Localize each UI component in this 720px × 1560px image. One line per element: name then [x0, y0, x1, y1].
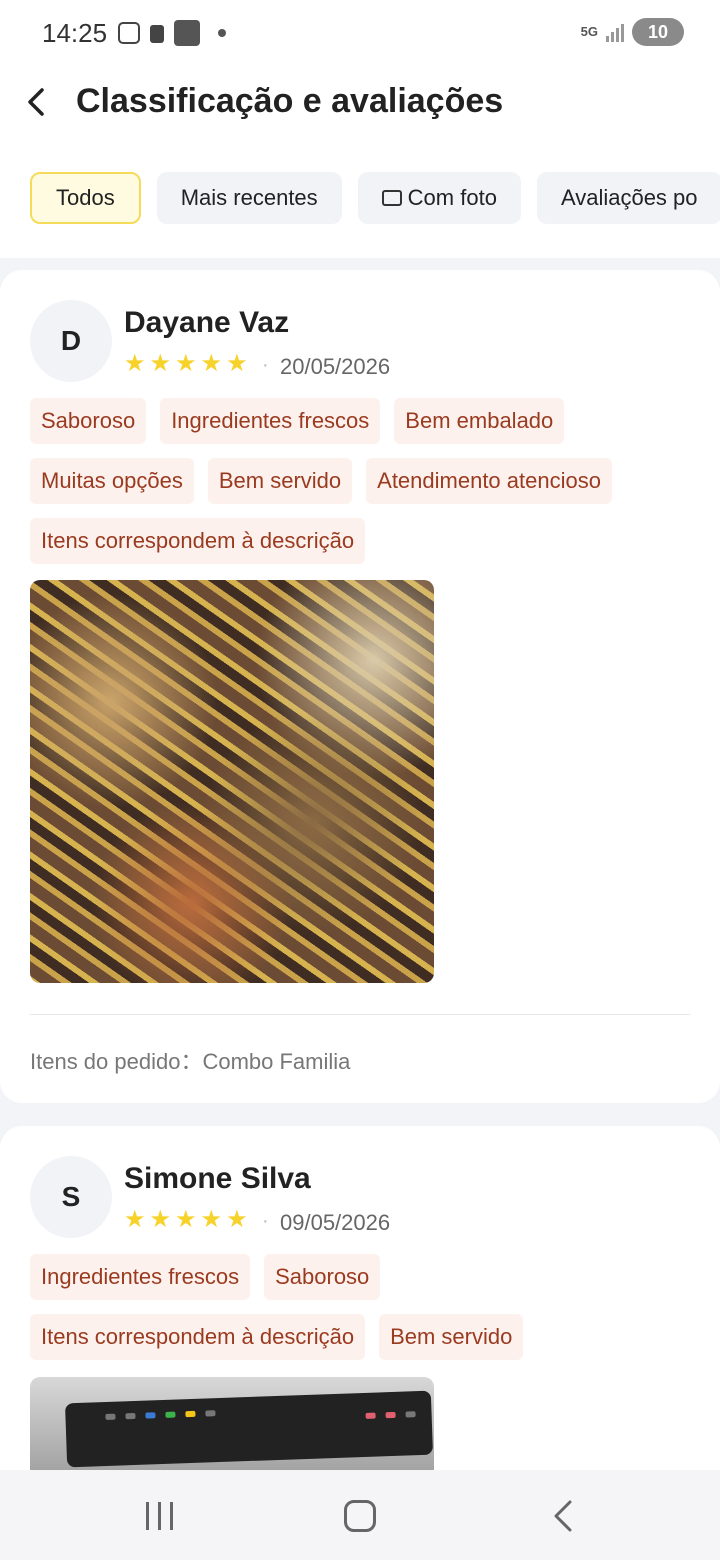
system-back-button[interactable]	[548, 1496, 578, 1536]
remote-control-image	[64, 1390, 434, 1468]
review-tag: Ingredientes frescos	[160, 398, 381, 444]
battery-icon: 10	[632, 18, 684, 46]
star-icon: ★	[200, 350, 223, 377]
star-icon: ★	[175, 350, 197, 377]
filter-chip-todos[interactable]: Todos	[30, 172, 141, 224]
review-tag: Saboroso	[264, 1254, 381, 1300]
review-tag: Bem servido	[207, 458, 353, 504]
review-tag: Bem servido	[379, 1314, 524, 1360]
status-time: 14:25	[42, 18, 108, 48]
date-separator: ·	[262, 354, 269, 376]
status-icons-left	[118, 20, 226, 46]
review-photo[interactable]	[30, 580, 434, 983]
chevron-left-icon	[28, 88, 44, 116]
filter-chip-label: Mais recentes	[180, 185, 318, 210]
battery-level: 10	[647, 21, 669, 42]
review-tag: Saboroso	[30, 398, 147, 444]
chevron-left-icon	[554, 1500, 572, 1532]
filter-chip-label: Todos	[56, 185, 115, 210]
date-separator: ·	[262, 1210, 269, 1232]
star-rating: ★ ★ ★ ★ ★	[124, 1208, 248, 1232]
review-tag: Itens correspondem à descrição	[30, 518, 366, 564]
star-icon: ★	[149, 350, 172, 377]
reviewer-name: Dayane Vaz	[124, 306, 290, 339]
avatar: D	[30, 300, 112, 382]
avatar-initial: S	[61, 1181, 81, 1212]
review-tag: Atendimento atencioso	[366, 458, 612, 504]
star-icon: ★	[124, 350, 146, 377]
review-tag: Ingredientes frescos	[30, 1254, 251, 1300]
signal-icon	[606, 22, 624, 42]
home-button[interactable]	[344, 1500, 376, 1532]
reviewer-name: Simone Silva	[124, 1162, 311, 1195]
star-icon: ★	[149, 1206, 172, 1233]
status-bar: 14:25 5G 10	[0, 0, 720, 64]
star-icon: ★	[175, 1206, 197, 1233]
review-card: D Dayane Vaz ★ ★ ★ ★ ★ · 20/05/2026 Sabo…	[0, 270, 720, 1103]
filter-chips: Todos Mais recentes Com foto Avaliações …	[30, 172, 720, 224]
filter-chip-label: Avaliações po	[560, 185, 698, 210]
filter-chip-more[interactable]: Avaliações po	[536, 172, 720, 224]
app-notification-icon	[174, 20, 200, 46]
header: Classificação e avaliações Todos Mais re…	[0, 64, 720, 258]
network-type: 5G	[580, 24, 598, 39]
review-tag: Bem embalado	[394, 398, 565, 444]
divider	[30, 1014, 690, 1015]
review-date: 20/05/2026	[280, 354, 391, 379]
notification-dot-icon	[218, 29, 226, 37]
back-button[interactable]	[18, 82, 58, 122]
filter-chip-label: Com foto	[407, 185, 497, 210]
review-date: 09/05/2026	[280, 1210, 391, 1235]
system-nav-bar	[0, 1470, 720, 1560]
page-title: Classificação e avaliações	[76, 82, 504, 120]
screenshot-icon	[118, 22, 140, 44]
star-icon: ★	[200, 1206, 223, 1233]
avatar: S	[30, 1156, 112, 1238]
star-rating: ★ ★ ★ ★ ★	[124, 352, 248, 376]
star-icon: ★	[226, 350, 248, 377]
status-icons-right: 5G 10	[581, 18, 684, 46]
avatar-initial: D	[60, 325, 82, 356]
lock-icon	[150, 25, 164, 43]
review-tag: Muitas opções	[30, 458, 194, 504]
order-items: Itens do pedido：Combo Familia	[30, 1049, 351, 1074]
filter-chip-recent[interactable]: Mais recentes	[156, 172, 342, 224]
star-icon: ★	[124, 1206, 146, 1233]
filter-chip-with-photo[interactable]: Com foto	[357, 172, 521, 224]
review-tags: Saboroso Ingredientes frescos Bem embala…	[30, 398, 700, 564]
star-icon: ★	[226, 1206, 248, 1233]
review-tags: Ingredientes frescos Saboroso Itens corr…	[30, 1254, 700, 1360]
recent-apps-button[interactable]	[146, 1502, 173, 1530]
review-tag: Itens correspondem à descrição	[30, 1314, 366, 1360]
image-icon	[381, 190, 402, 206]
